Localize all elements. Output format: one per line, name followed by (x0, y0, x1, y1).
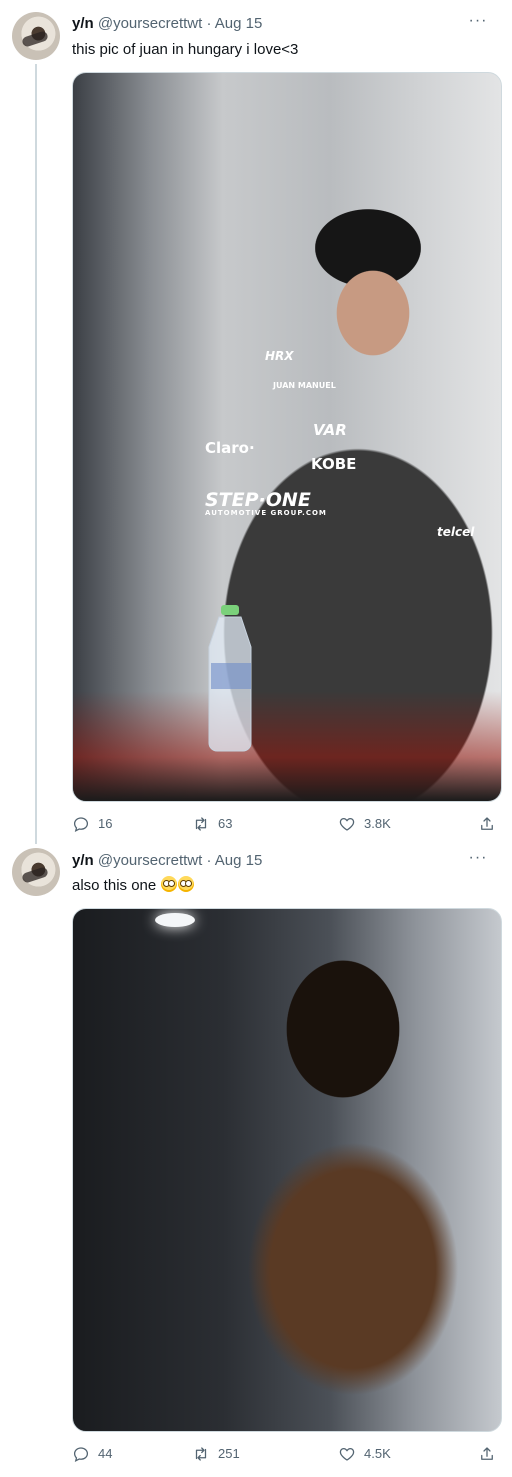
more-options-icon[interactable]: ··· (468, 13, 488, 34)
separator-dot: · (206, 852, 212, 869)
separator-dot: · (206, 15, 212, 32)
timestamp[interactable]: Aug 15 (215, 852, 263, 869)
jersey-logo-automotive: AUTOMOTIVE GROUP.COM (205, 509, 327, 517)
share-icon (481, 1447, 493, 1460)
reply-icon (73, 817, 89, 832)
share-button[interactable] (478, 1444, 496, 1464)
tweet-text: this pic of juan in hungary i love<3 (72, 41, 299, 58)
heart-icon (339, 817, 355, 831)
reply-count: 16 (98, 816, 113, 831)
jersey-logo-claro: Claro· (205, 439, 255, 457)
avatar[interactable] (12, 12, 60, 60)
jersey-logo-hrx: HRX (265, 349, 294, 363)
tweet-header: y/n @yoursecrettwt · Aug 15 ··· (72, 850, 500, 871)
like-count: 3.8K (364, 816, 391, 831)
jersey-logo-telcel: telcel (437, 525, 475, 539)
reply-button[interactable]: 16 (72, 814, 112, 834)
flushed-face-emoji (161, 876, 178, 892)
tweet-photo[interactable] (72, 908, 502, 1432)
tweet-1[interactable]: y/n @yoursecrettwt · Aug 15 ··· this pic… (0, 0, 512, 848)
jersey-name: JUAN MANUEL (273, 381, 336, 390)
user-handle[interactable]: @yoursecrettwt (98, 852, 202, 869)
tweet-actions: 44 251 4.5K (72, 1444, 500, 1464)
tweet-header: y/n @yoursecrettwt · Aug 15 ··· (72, 13, 500, 34)
ceiling-light (155, 913, 195, 927)
tweet-text: also this one (72, 876, 500, 896)
reply-icon (73, 1447, 89, 1462)
flushed-face-emoji (178, 876, 195, 892)
photo-background-car (73, 691, 501, 801)
more-options-icon[interactable]: ··· (468, 850, 488, 871)
timestamp[interactable]: Aug 15 (215, 15, 263, 32)
retweet-button[interactable]: 251 (192, 1444, 240, 1464)
jersey-logo-var: VAR (313, 421, 347, 439)
heart-icon (339, 1447, 355, 1461)
like-button[interactable]: 3.8K (338, 814, 391, 834)
tweet-text-content: also this one (72, 877, 157, 894)
tweet-2[interactable]: y/n @yoursecrettwt · Aug 15 ··· also thi… (0, 848, 512, 1477)
jersey-logo-kobe: KOBE (311, 455, 357, 473)
retweet-icon (195, 1447, 207, 1461)
retweet-icon (195, 817, 207, 831)
user-handle[interactable]: @yoursecrettwt (98, 15, 202, 32)
avatar[interactable] (12, 848, 60, 896)
water-bottle-icon (208, 605, 252, 752)
retweet-button[interactable]: 63 (192, 814, 232, 834)
display-name[interactable]: y/n (72, 15, 94, 32)
tweet-photo[interactable]: HRX JUAN MANUEL Claro· VAR KOBE STEP·ONE… (72, 72, 502, 802)
share-icon (481, 817, 493, 830)
reply-count: 44 (98, 1446, 113, 1461)
like-count: 4.5K (364, 1446, 391, 1461)
like-button[interactable]: 4.5K (338, 1444, 391, 1464)
retweet-count: 251 (218, 1446, 240, 1461)
display-name[interactable]: y/n (72, 852, 94, 869)
share-button[interactable] (478, 814, 496, 834)
tweet-actions: 16 63 3.8K (72, 814, 500, 834)
reply-button[interactable]: 44 (72, 1444, 112, 1464)
retweet-count: 63 (218, 816, 233, 831)
jersey-logo-step-one: STEP·ONE (205, 489, 311, 511)
